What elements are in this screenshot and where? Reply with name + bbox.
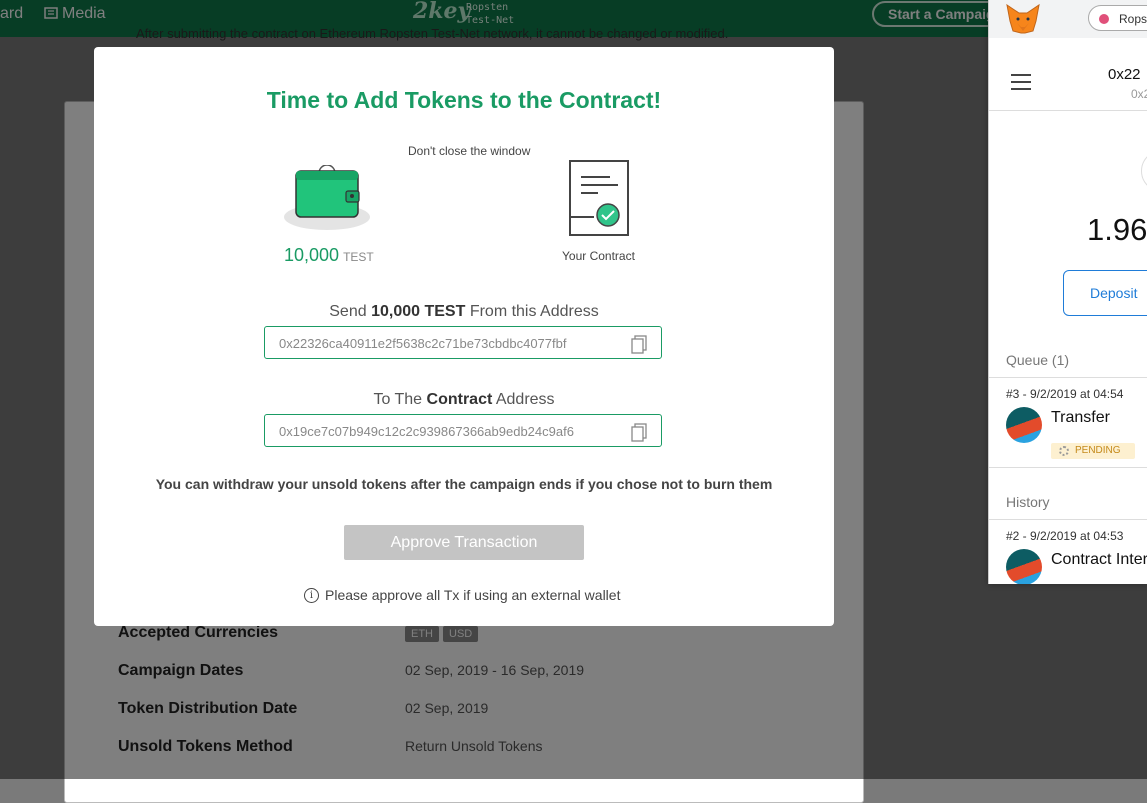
send-prefix: Send xyxy=(329,303,367,320)
pending-badge: PENDING xyxy=(1051,443,1135,459)
withdraw-note: You can withdraw your unsold tokens afte… xyxy=(155,476,773,492)
external-wallet-text: Please approve all Tx if using an extern… xyxy=(325,587,621,603)
send-amount: 10,000 TEST xyxy=(371,303,466,320)
tx-date: #2 - 9/2/2019 at 04:53 xyxy=(1006,529,1124,543)
send-to-label: To The Contract Address xyxy=(94,391,834,409)
account-balance: 1.96 xyxy=(1087,212,1147,247)
your-contract-label: Your Contract xyxy=(562,249,635,263)
account-identicon xyxy=(1141,150,1147,192)
to-prefix: To The xyxy=(373,391,423,408)
approve-transaction-button[interactable]: Approve Transaction xyxy=(344,525,584,560)
tx-identicon xyxy=(1006,549,1042,584)
external-wallet-note: i Please approve all Tx if using an exte… xyxy=(304,587,620,603)
send-suffix: From this Address xyxy=(469,303,599,320)
tx-name: Contract Interaction xyxy=(1051,551,1147,568)
divider xyxy=(989,519,1147,520)
tx-name: Transfer xyxy=(1051,409,1110,426)
from-address-field[interactable]: 0x22326ca40911e2f5638c2c71be73cbdbc4077f… xyxy=(264,326,662,359)
metamask-fox-icon[interactable] xyxy=(1005,3,1041,35)
network-selector[interactable]: Ropsten xyxy=(1088,5,1147,31)
divider xyxy=(989,377,1147,378)
divider xyxy=(989,467,1147,468)
network-status-dot xyxy=(1099,14,1109,24)
to-address-value: 0x19ce7c07b949c12c2c939867366ab9edb24c9a… xyxy=(279,424,574,439)
contract-document-icon xyxy=(568,159,630,239)
metamask-popup: Ropsten 0x22 0x2 1.96 Deposit Queue (1) … xyxy=(988,0,1147,584)
account-name[interactable]: 0x22 xyxy=(1108,66,1141,83)
account-address[interactable]: 0x2 xyxy=(1131,87,1147,101)
token-unit: TEST xyxy=(343,250,374,264)
account-bar: 0x22 0x2 xyxy=(989,54,1147,111)
tx-identicon xyxy=(1006,407,1042,443)
to-address-field[interactable]: 0x19ce7c07b949c12c2c939867366ab9edb24c9a… xyxy=(264,414,662,447)
from-address-value: 0x22326ca40911e2f5638c2c71be73cbdbc4077f… xyxy=(279,336,567,351)
wallet-icon xyxy=(282,164,372,235)
token-amount-value: 10,000 xyxy=(284,245,340,265)
history-title: History xyxy=(1006,494,1050,510)
to-suffix: Address xyxy=(495,391,555,408)
queue-title: Queue (1) xyxy=(1006,352,1070,368)
token-amount: 10,000 TEST xyxy=(284,245,374,266)
modal-title: Time to Add Tokens to the Contract! xyxy=(266,87,662,113)
deposit-button[interactable]: Deposit xyxy=(1063,270,1147,316)
metamask-header: Ropsten xyxy=(989,0,1147,38)
dont-close-note: Don't close the window xyxy=(408,144,531,158)
menu-icon[interactable] xyxy=(1011,74,1031,90)
pending-label: PENDING xyxy=(1075,445,1121,456)
spinner-icon xyxy=(1059,446,1069,456)
copy-icon[interactable] xyxy=(629,422,649,442)
send-from-label: Send 10,000 TEST From this Address xyxy=(94,303,834,321)
network-name: Ropsten xyxy=(1119,12,1147,26)
copy-icon[interactable] xyxy=(629,334,649,354)
info-icon: i xyxy=(304,587,319,603)
to-bold: Contract xyxy=(426,391,493,408)
tx-date: #3 - 9/2/2019 at 04:54 xyxy=(1006,387,1124,401)
add-tokens-modal: Time to Add Tokens to the Contract! Don'… xyxy=(94,47,834,626)
